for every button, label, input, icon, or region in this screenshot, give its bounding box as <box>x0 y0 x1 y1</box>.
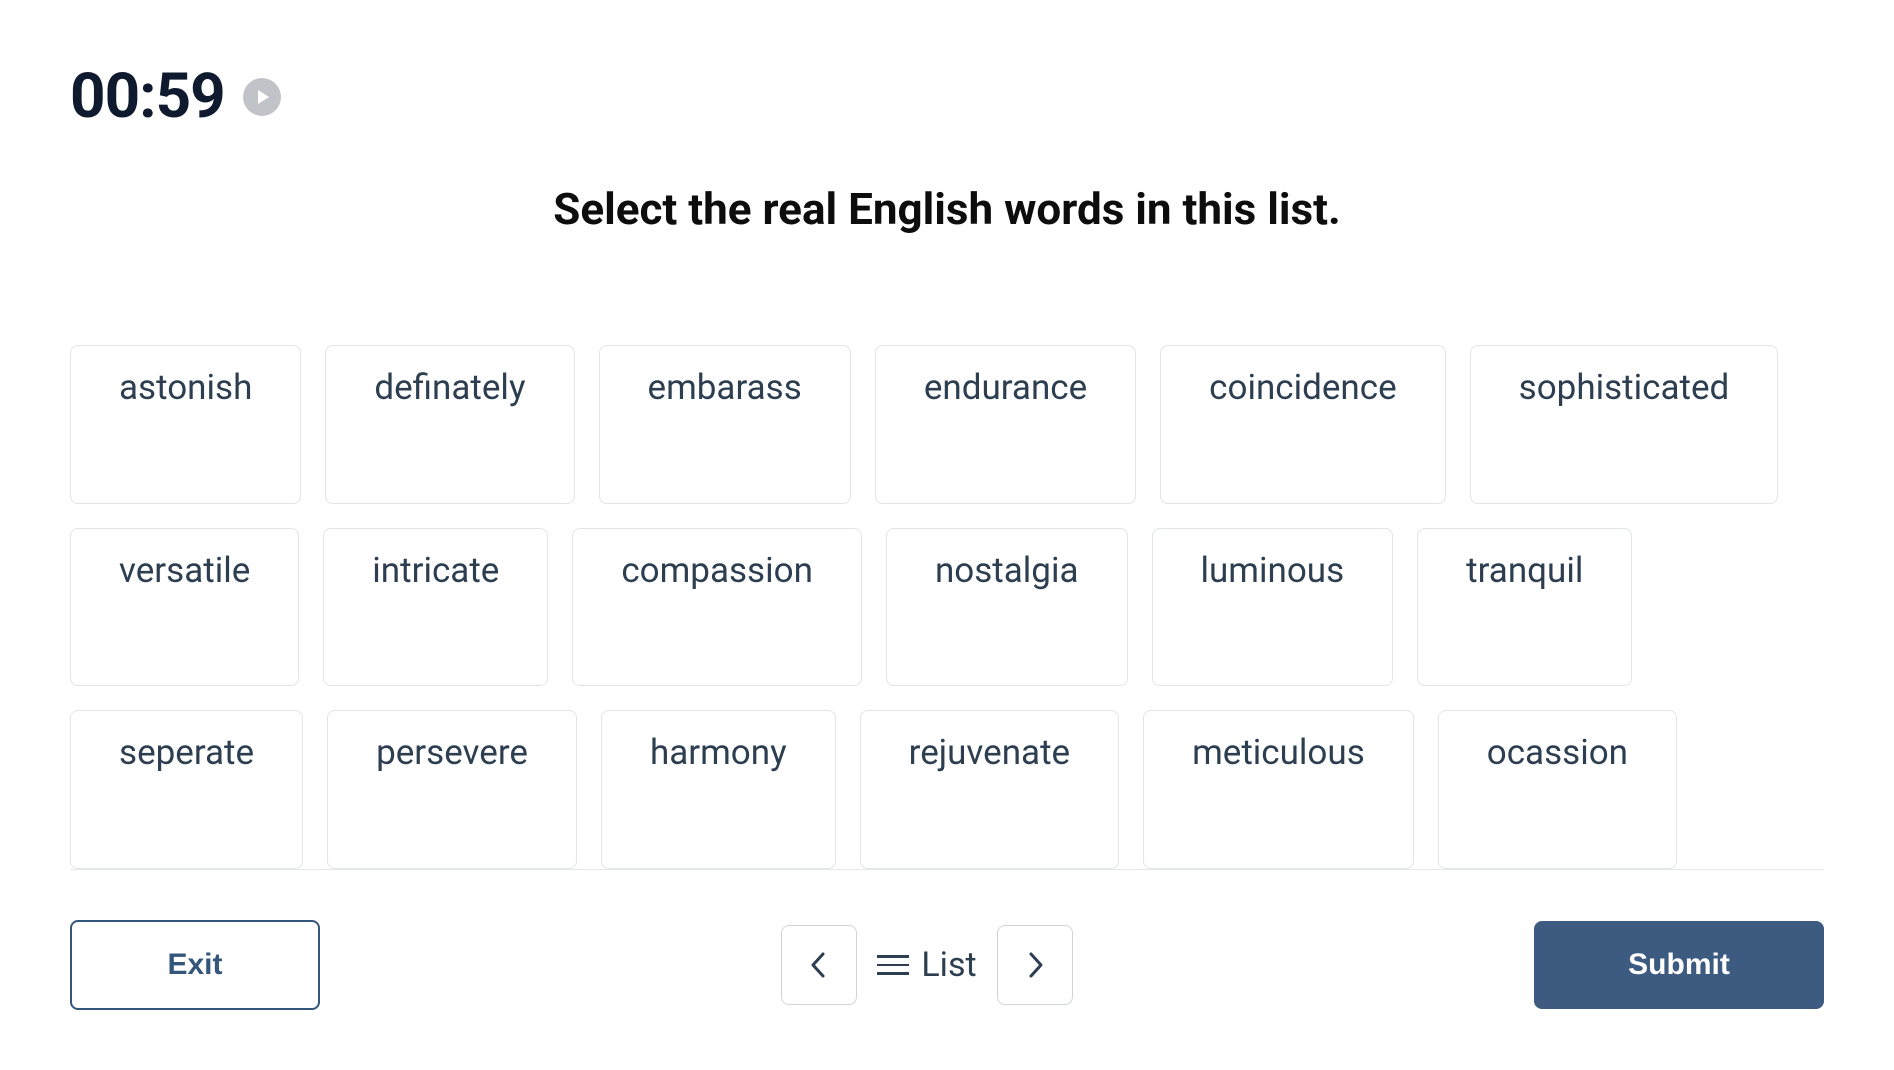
next-button[interactable] <box>997 925 1073 1005</box>
play-icon[interactable] <box>243 78 281 116</box>
word-chip[interactable]: astonish <box>70 345 301 504</box>
word-chip[interactable]: definately <box>325 345 574 504</box>
word-chip[interactable]: harmony <box>601 710 836 869</box>
list-button[interactable]: List <box>877 945 976 985</box>
word-chip[interactable]: sophisticated <box>1470 345 1779 504</box>
list-icon <box>877 955 909 975</box>
word-chip[interactable]: intricate <box>323 528 548 687</box>
word-chip[interactable]: nostalgia <box>886 528 1128 687</box>
word-chip[interactable]: rejuvenate <box>860 710 1119 869</box>
word-chip[interactable]: seperate <box>70 710 303 869</box>
word-chip[interactable]: luminous <box>1152 528 1394 687</box>
word-chip[interactable]: persevere <box>327 710 577 869</box>
question-prompt: Select the real English words in this li… <box>70 183 1824 235</box>
word-chip[interactable]: tranquil <box>1417 528 1632 687</box>
word-chip[interactable]: compassion <box>572 528 862 687</box>
word-chip[interactable]: meticulous <box>1143 710 1414 869</box>
prev-button[interactable] <box>781 925 857 1005</box>
word-chip[interactable]: coincidence <box>1160 345 1445 504</box>
word-chip[interactable]: endurance <box>875 345 1136 504</box>
list-label: List <box>921 945 976 985</box>
word-chip[interactable]: versatile <box>70 528 299 687</box>
submit-button[interactable]: Submit <box>1534 921 1824 1009</box>
word-chip[interactable]: ocassion <box>1438 710 1677 869</box>
words-container: astonishdefinatelyembarassendurancecoinc… <box>70 345 1824 869</box>
word-chip[interactable]: embarass <box>599 345 851 504</box>
timer-display: 00:59 <box>70 60 225 133</box>
exit-button[interactable]: Exit <box>70 920 320 1010</box>
